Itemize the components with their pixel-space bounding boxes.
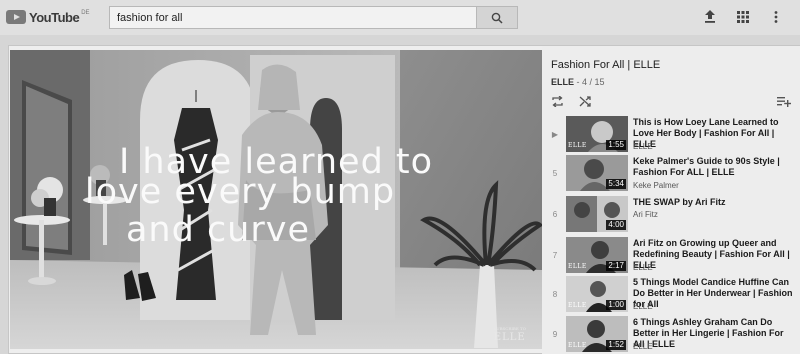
logo-region: DE [81, 10, 90, 16]
thumbnail-badge: ELLE [568, 342, 587, 349]
thumbnail-badge: ELLE [568, 142, 587, 149]
more-button[interactable] [769, 9, 782, 24]
more-vert-icon [774, 10, 777, 23]
playlist-item-index: 8 [552, 290, 558, 299]
watermark-text: ELLE [493, 332, 526, 343]
video-channel: Keke Palmer [633, 181, 679, 190]
video-title[interactable]: Ari Fitz on Growing up Queer and Redefin… [633, 238, 795, 271]
playlist-meta: ELLE - 4 / 15 [551, 77, 605, 87]
video-duration: 1:52 [606, 340, 626, 350]
video-channel: ELLE [633, 263, 653, 272]
video-channel: ELLE [633, 342, 653, 351]
playlist-panel: Fashion For All | ELLE ELLE - 4 / 15 ▶ E… [542, 46, 800, 354]
video-duration: 4:00 [606, 220, 626, 230]
playlist-add-icon [777, 97, 792, 107]
playlist-item[interactable]: ▶ ELLE 1:55 This is How Loey Lane Learne… [542, 116, 800, 154]
video-duration: 1:00 [606, 300, 626, 310]
thumbnail-badge: ELLE [568, 263, 587, 270]
video-thumbnail[interactable]: ELLE 1:52 [566, 316, 628, 352]
video-thumbnail[interactable]: 5:34 [566, 155, 628, 191]
upload-icon [704, 10, 715, 23]
video-title[interactable]: THE SWAP by Ari Fitz [633, 197, 795, 208]
search-input[interactable] [109, 6, 476, 29]
video-duration: 5:34 [606, 179, 626, 189]
playlist-item-index: 6 [552, 210, 558, 219]
playlist-item[interactable]: 6 4:00 THE SWAP by Ari Fitz Ari Fitz [542, 196, 800, 234]
upload-button[interactable] [703, 9, 716, 24]
logo-text: YouTube [29, 9, 80, 25]
search-button[interactable] [476, 6, 518, 29]
video-duration: 1:55 [606, 140, 626, 150]
search-bar [109, 6, 518, 29]
playlist-item[interactable]: 8 ELLE 1:00 5 Things Model Candice Huffi… [542, 276, 800, 314]
playlist-item[interactable]: 9 ELLE 1:52 6 Things Ashley Graham Can D… [542, 316, 800, 354]
video-channel: ELLE [633, 142, 653, 151]
video-duration: 2:17 [606, 261, 626, 271]
loop-button[interactable] [551, 94, 564, 112]
playlist-item[interactable]: 7 ELLE 2:17 Ari Fitz on Growing up Queer… [542, 237, 800, 275]
caption-line-3: and curve [125, 210, 311, 250]
video-thumbnail[interactable]: ELLE 2:17 [566, 237, 628, 273]
shuffle-icon [579, 96, 591, 107]
apps-button[interactable] [736, 9, 749, 24]
search-icon [491, 12, 503, 24]
video-channel: Ari Fitz [633, 210, 658, 219]
video-thumbnail[interactable]: ELLE 1:00 [566, 276, 628, 312]
channel-watermark[interactable]: SUBSCRIBE TO ELLE [493, 324, 526, 343]
video-title[interactable]: 6 Things Ashley Graham Can Do Better in … [633, 317, 795, 350]
playlist-channel[interactable]: ELLE [551, 77, 574, 87]
video-thumbnail[interactable]: 4:00 [566, 196, 628, 232]
video-title[interactable]: Keke Palmer's Guide to 90s Style | Fashi… [633, 156, 795, 178]
playlist-item-index: 7 [552, 251, 558, 260]
video-channel: ELLE [633, 302, 653, 311]
thumbnail-badge: ELLE [568, 302, 587, 309]
masthead-actions [703, 9, 782, 24]
playlist-position: - 4 / 15 [576, 77, 605, 87]
playlist-item[interactable]: 5 5:34 Keke Palmer's Guide to 90s Style … [542, 155, 800, 193]
video-thumbnail[interactable]: ELLE 1:55 [566, 116, 628, 152]
apps-grid-icon [736, 10, 749, 23]
youtube-play-icon [6, 10, 26, 24]
video-title[interactable]: This is How Loey Lane Learned to Love He… [633, 117, 795, 150]
playlist-controls [551, 94, 592, 112]
shuffle-button[interactable] [579, 94, 592, 112]
video-player[interactable]: I have learned to love every bump and cu… [10, 50, 542, 349]
playlist-item-index: 5 [552, 169, 558, 178]
video-title[interactable]: 5 Things Model Candice Huffine Can Do Be… [633, 277, 795, 310]
watch-page: I have learned to love every bump and cu… [8, 45, 800, 354]
masthead: YouTube DE [0, 0, 800, 35]
loop-icon [552, 95, 563, 108]
youtube-logo[interactable]: YouTube DE [6, 9, 90, 25]
playlist-item-index: ▶ [551, 130, 559, 139]
playlist-title[interactable]: Fashion For All | ELLE [551, 59, 660, 71]
caption-line-2: love every bump [84, 172, 396, 212]
playlist-item-index: 9 [552, 330, 558, 339]
save-playlist-button[interactable] [777, 94, 792, 112]
